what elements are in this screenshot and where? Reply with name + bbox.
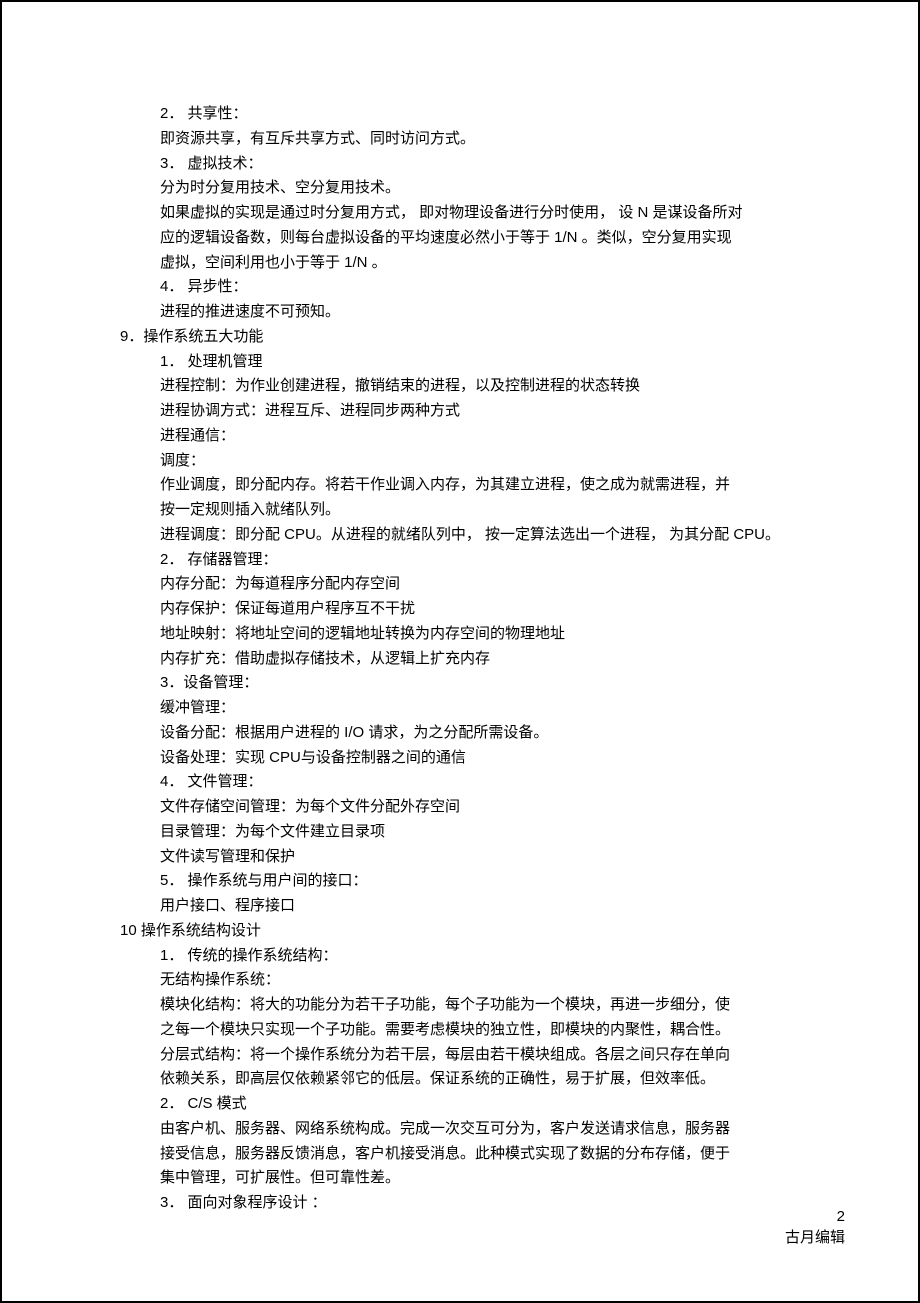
text-line: 虚拟，空间利用也小于等于 1/N 。 [80, 251, 840, 276]
text-line: 4． 文件管理： [80, 770, 840, 795]
text-line: 文件存储空间管理：为每个文件分配外存空间 [80, 795, 840, 820]
text-line: 4． 异步性： [80, 275, 840, 300]
page-author: 古月编辑 [785, 1226, 845, 1247]
page-content: 2． 共享性：即资源共享，有互斥共享方式、同时访问方式。3． 虚拟技术：分为时分… [80, 102, 840, 1216]
text-line: 9．操作系统五大功能 [80, 325, 840, 350]
text-line: 分为时分复用技术、空分复用技术。 [80, 176, 840, 201]
text-line: 用户接口、程序接口 [80, 894, 840, 919]
text-line: 即资源共享，有互斥共享方式、同时访问方式。 [80, 127, 840, 152]
page-inner-frame: 2． 共享性：即资源共享，有互斥共享方式、同时访问方式。3． 虚拟技术：分为时分… [20, 32, 900, 1283]
text-line: 文件读写管理和保护 [80, 845, 840, 870]
text-line: 2． 存储器管理： [80, 548, 840, 573]
text-line: 内存分配：为每道程序分配内存空间 [80, 572, 840, 597]
text-line: 模块化结构：将大的功能分为若干子功能，每个子功能为一个模块，再进一步细分，使 [80, 993, 840, 1018]
text-line: 3． 虚拟技术： [80, 152, 840, 177]
text-line: 5． 操作系统与用户间的接口： [80, 869, 840, 894]
text-line: 依赖关系，即高层仅依赖紧邻它的低层。保证系统的正确性，易于扩展，但效率低。 [80, 1067, 840, 1092]
page-number: 2 [837, 1208, 845, 1225]
text-line: 设备处理：实现 CPU与设备控制器之间的通信 [80, 746, 840, 771]
text-line: 按一定规则插入就绪队列。 [80, 498, 840, 523]
text-line: 进程通信： [80, 424, 840, 449]
text-line: 如果虚拟的实现是通过时分复用方式， 即对物理设备进行分时使用， 设 N 是谋设备… [80, 201, 840, 226]
page-outer-frame: 2． 共享性：即资源共享，有互斥共享方式、同时访问方式。3． 虚拟技术：分为时分… [0, 0, 920, 1303]
text-line: 内存扩充：借助虚拟存储技术，从逻辑上扩充内存 [80, 647, 840, 672]
text-line: 分层式结构：将一个操作系统分为若干层，每层由若干模块组成。各层之间只存在单向 [80, 1043, 840, 1068]
text-line: 调度： [80, 449, 840, 474]
text-line: 之每一个模块只实现一个子功能。需要考虑模块的独立性，即模块的内聚性，耦合性。 [80, 1018, 840, 1043]
text-line: 3．设备管理： [80, 671, 840, 696]
text-line: 1． 传统的操作系统结构： [80, 944, 840, 969]
text-line: 集中管理，可扩展性。但可靠性差。 [80, 1166, 840, 1191]
text-line: 设备分配：根据用户进程的 I/O 请求，为之分配所需设备。 [80, 721, 840, 746]
text-line: 由客户机、服务器、网络系统构成。完成一次交互可分为，客户发送请求信息，服务器 [80, 1117, 840, 1142]
text-line: 3． 面向对象程序设计 ： [80, 1191, 840, 1216]
text-line: 10 操作系统结构设计 [80, 919, 840, 944]
text-line: 进程的推进速度不可预知。 [80, 300, 840, 325]
text-line: 进程协调方式：进程互斥、进程同步两种方式 [80, 399, 840, 424]
text-line: 地址映射：将地址空间的逻辑地址转换为内存空间的物理地址 [80, 622, 840, 647]
text-line: 2． 共享性： [80, 102, 840, 127]
text-line: 目录管理：为每个文件建立目录项 [80, 820, 840, 845]
text-line: 2． C/S 模式 [80, 1092, 840, 1117]
text-line: 缓冲管理： [80, 696, 840, 721]
text-line: 应的逻辑设备数，则每台虚拟设备的平均速度必然小于等于 1/N 。类似，空分复用实… [80, 226, 840, 251]
text-line: 接受信息，服务器反馈消息，客户机接受消息。此种模式实现了数据的分布存储，便于 [80, 1142, 840, 1167]
text-line: 作业调度，即分配内存。将若干作业调入内存，为其建立进程，使之成为就需进程，并 [80, 473, 840, 498]
text-line: 内存保护：保证每道用户程序互不干扰 [80, 597, 840, 622]
text-line: 进程调度：即分配 CPU。从进程的就绪队列中， 按一定算法选出一个进程， 为其分… [80, 523, 840, 548]
text-line: 无结构操作系统： [80, 968, 840, 993]
text-line: 1． 处理机管理 [80, 350, 840, 375]
text-line: 进程控制：为作业创建进程，撤销结束的进程，以及控制进程的状态转换 [80, 374, 840, 399]
